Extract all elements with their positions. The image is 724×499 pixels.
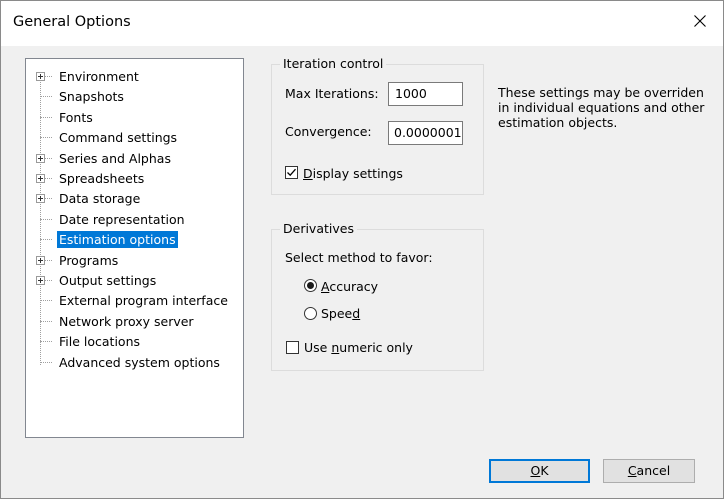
tree-item[interactable]: Data storage [57,189,142,209]
tree-item-label: External program interface [59,293,228,308]
tree-item-label: Spreadsheets [59,171,145,186]
tree-item[interactable]: Programs [57,251,120,271]
title-bar: General Options [1,1,723,46]
checkmark-icon [287,168,296,177]
iteration-control-title: Iteration control [280,56,387,71]
override-note: These settings may be overriden in indiv… [498,85,705,130]
derivatives-title: Derivatives [280,221,357,236]
tree-item[interactable]: Spreadsheets [57,169,146,189]
tree-item-label: Output settings [59,273,157,288]
tree-item-label: Command settings [59,130,178,145]
use-numeric-label[interactable]: Use numeric only [304,340,413,355]
tree-item-label: Series and Alphas [59,151,171,166]
tree-item[interactable]: Series and Alphas [57,149,173,169]
tree-item[interactable]: File locations [57,332,142,352]
tree-item[interactable]: Fonts [57,108,95,128]
speed-radio[interactable] [304,307,317,320]
tree-item-label: Date representation [59,212,185,227]
window-title: General Options [13,14,131,30]
tree-item-label: Programs [59,253,119,268]
speed-label[interactable]: Speed [321,306,360,321]
tree-connector-branch [40,300,52,301]
tree-item[interactable]: Command settings [57,128,179,148]
use-numeric-checkbox[interactable] [286,341,299,354]
method-label: Select method to favor: [285,250,433,265]
plus-expander-icon[interactable] [36,256,45,265]
plus-expander-icon[interactable] [36,72,45,81]
plus-expander-icon[interactable] [36,194,45,203]
tree-connector-branch [40,96,52,97]
close-icon [694,15,706,27]
tree-item-label: Data storage [59,191,141,206]
tree-item-label: Estimation options [57,231,178,248]
tree-item-label: Snapshots [59,89,124,104]
plus-expander-icon[interactable] [36,154,45,163]
display-settings-label[interactable]: Display settings [303,166,403,181]
tree-connector-branch [40,239,52,240]
max-iterations-label: Max Iterations: [285,86,379,101]
tree-item-label: Fonts [59,110,93,125]
tree-connector-branch [40,117,52,118]
tree-item-label: Network proxy server [59,314,194,329]
tree-item-label: Advanced system options [59,355,220,370]
tree-item[interactable]: Date representation [57,210,187,230]
tree-connector-branch [40,321,52,322]
plus-expander-icon[interactable] [36,276,45,285]
tree-connector-branch [40,219,52,220]
cancel-button[interactable]: Cancel [603,459,695,483]
tree-item-label: Environment [59,69,139,84]
close-button[interactable] [677,1,723,41]
ok-button[interactable]: OK [489,459,590,483]
tree-item[interactable]: Network proxy server [57,312,196,332]
general-options-dialog: General Options Environment Snapshots Font… [0,0,724,499]
tree-item-label: File locations [59,334,140,349]
convergence-input[interactable]: 0.0000001 [388,121,463,145]
tree-item[interactable]: Advanced system options [57,353,222,373]
tree-connector-branch [40,341,52,342]
display-settings-checkbox[interactable] [285,166,298,179]
tree-connector-branch [40,137,52,138]
tree-item[interactable]: Output settings [57,271,158,291]
convergence-label: Convergence: [285,124,372,139]
tree-item[interactable]: External program interface [57,291,230,311]
options-tree[interactable]: Environment Snapshots Fonts Command setting… [25,58,244,438]
accuracy-label[interactable]: Accuracy [321,279,378,294]
tree-item[interactable]: Environment [57,67,141,87]
plus-expander-icon[interactable] [36,174,45,183]
radio-selected-dot [307,282,314,289]
tree-item[interactable]: Snapshots [57,87,126,107]
max-iterations-input[interactable]: 1000 [388,82,463,106]
tree-connector-branch [40,362,52,363]
accuracy-radio[interactable] [304,279,317,292]
tree-item[interactable]: Estimation options [57,230,178,250]
